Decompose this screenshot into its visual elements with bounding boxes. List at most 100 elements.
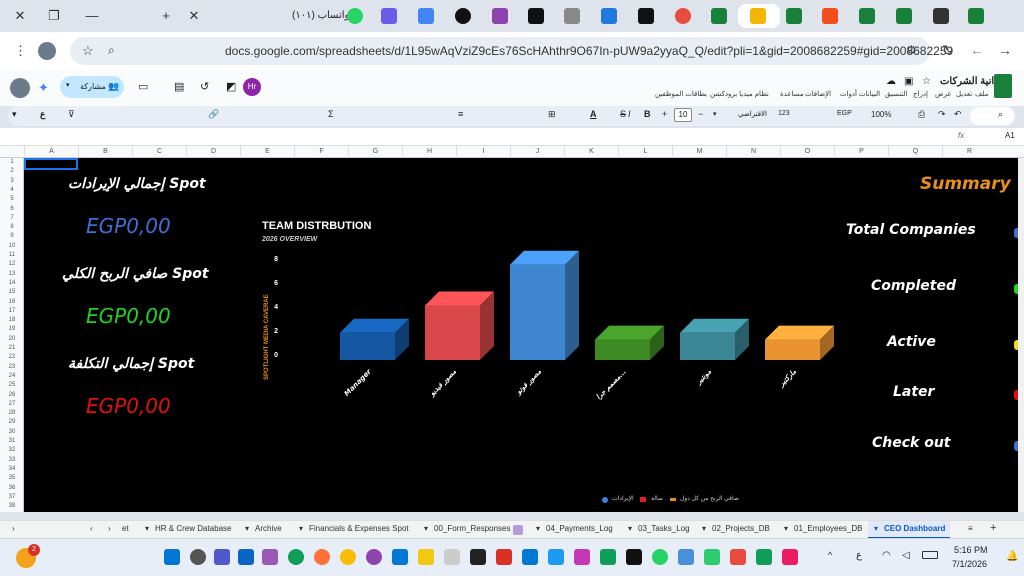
column-header[interactable]: M bbox=[672, 146, 726, 158]
row-header[interactable]: 5 bbox=[0, 195, 24, 204]
app-icon-8[interactable] bbox=[574, 549, 590, 565]
sheets-tab-icon[interactable] bbox=[711, 8, 727, 24]
borders-icon[interactable]: ⊞ bbox=[548, 109, 556, 120]
history-icon[interactable]: ↺ bbox=[200, 80, 209, 93]
row-header[interactable]: 16 bbox=[0, 298, 24, 307]
sheet-tab-chevron-icon[interactable]: ▾ bbox=[784, 524, 788, 533]
sheet-tab-projects[interactable]: 02_Projects_DB bbox=[712, 524, 770, 533]
sheet-tab-et[interactable]: et bbox=[122, 524, 129, 533]
column-header[interactable]: I bbox=[456, 146, 510, 158]
menu-extensions[interactable]: الإضافات bbox=[805, 90, 831, 98]
minimize-window-icon[interactable]: — bbox=[84, 8, 100, 24]
app-icon-10[interactable] bbox=[678, 549, 694, 565]
menu-format[interactable]: التنسيق bbox=[885, 90, 908, 98]
italic-icon[interactable]: I bbox=[628, 109, 631, 119]
column-header[interactable]: N bbox=[726, 146, 780, 158]
blue-tab-icon[interactable] bbox=[601, 8, 617, 24]
row-header[interactable]: 21 bbox=[0, 344, 24, 353]
start-icon[interactable] bbox=[164, 549, 180, 565]
column-header[interactable]: J bbox=[510, 146, 564, 158]
row-header[interactable]: 11 bbox=[0, 251, 24, 260]
menu-search-box[interactable]: ⌕ bbox=[970, 107, 1014, 125]
share-button[interactable]: ▾ مشاركة 👥 bbox=[60, 76, 124, 98]
row-header[interactable]: 32 bbox=[0, 446, 24, 455]
sheet-tab-chevron-icon[interactable]: ▾ bbox=[424, 524, 428, 533]
language-indicator[interactable]: ع bbox=[856, 550, 862, 561]
app-icon-9[interactable] bbox=[600, 549, 616, 565]
dark-tab-icon[interactable] bbox=[933, 8, 949, 24]
whatsapp-taskbar-icon[interactable] bbox=[652, 549, 668, 565]
sheets-logo-icon[interactable] bbox=[994, 74, 1012, 98]
tabs-prev-icon[interactable]: ‹ bbox=[90, 524, 93, 533]
font-size-decrease-icon[interactable]: − bbox=[698, 109, 703, 119]
purple-tab-icon[interactable] bbox=[492, 8, 508, 24]
column-header[interactable]: F bbox=[294, 146, 348, 158]
volume-icon[interactable]: ◁ bbox=[902, 550, 910, 561]
chrome-icon[interactable] bbox=[340, 549, 356, 565]
menu-insert[interactable]: إدراج bbox=[913, 90, 928, 98]
sheets-tab-icon-2[interactable] bbox=[786, 8, 802, 24]
menu-media-system[interactable]: نظام ميديا برودكشن bbox=[710, 90, 769, 98]
menu-data[interactable]: البيانات bbox=[859, 90, 880, 98]
search-taskbar-icon[interactable] bbox=[190, 549, 206, 565]
column-header[interactable]: H bbox=[402, 146, 456, 158]
column-header[interactable]: K bbox=[564, 146, 618, 158]
row-header[interactable]: 31 bbox=[0, 437, 24, 446]
sheet-tab-employees[interactable]: 01_Employees_DB bbox=[794, 524, 862, 533]
row-header[interactable]: 8 bbox=[0, 223, 24, 232]
outlook-icon[interactable] bbox=[522, 549, 538, 565]
teams-icon[interactable] bbox=[214, 549, 230, 565]
input-tools-icon[interactable]: ع bbox=[40, 109, 45, 120]
bookmark-star-icon[interactable]: ☆ bbox=[82, 43, 94, 59]
all-sheets-icon[interactable]: ≡ bbox=[968, 524, 973, 533]
sheet-tab-form-responses[interactable]: 00_Form_Responses bbox=[434, 524, 510, 533]
row-header[interactable]: 36 bbox=[0, 484, 24, 493]
row-header[interactable]: 33 bbox=[0, 456, 24, 465]
zoom-select[interactable]: 100% bbox=[871, 110, 891, 119]
row-header[interactable]: 27 bbox=[0, 400, 24, 409]
app-icon-13[interactable] bbox=[756, 549, 772, 565]
row-header[interactable]: 7 bbox=[0, 214, 24, 223]
row-header[interactable]: 10 bbox=[0, 242, 24, 251]
selected-cell-a1[interactable] bbox=[24, 158, 78, 170]
account-avatar[interactable] bbox=[10, 78, 30, 98]
sheet-tab-chevron-icon[interactable]: ▾ bbox=[299, 524, 303, 533]
link-icon[interactable]: 🔗 bbox=[208, 109, 219, 120]
row-header[interactable]: 6 bbox=[0, 205, 24, 214]
triangle-tab-icon[interactable] bbox=[455, 8, 471, 24]
sheets-tab-icon-3[interactable] bbox=[859, 8, 875, 24]
close-tab-icon[interactable]: ✕ bbox=[186, 8, 202, 24]
docs-tab-icon[interactable] bbox=[418, 8, 434, 24]
linkedin-icon[interactable] bbox=[238, 549, 254, 565]
row-header[interactable]: 28 bbox=[0, 409, 24, 418]
restore-window-icon[interactable]: ❐ bbox=[46, 8, 62, 24]
user-avatar[interactable]: Hr bbox=[243, 78, 261, 96]
app-icon-14[interactable] bbox=[782, 549, 798, 565]
b-tab-icon[interactable] bbox=[638, 8, 654, 24]
menu-file[interactable]: ملف bbox=[975, 90, 988, 98]
gray-tab-icon[interactable] bbox=[564, 8, 580, 24]
gemini-icon[interactable]: ✦ bbox=[38, 80, 49, 96]
app-icon-5[interactable] bbox=[470, 549, 486, 565]
row-header[interactable]: 15 bbox=[0, 288, 24, 297]
align-icon[interactable]: ≡ bbox=[458, 109, 463, 119]
app-icon-6[interactable] bbox=[496, 549, 512, 565]
font-size-input[interactable]: 10 bbox=[674, 108, 692, 122]
redo-icon[interactable]: ↷ bbox=[938, 109, 946, 120]
star-tab-icon[interactable] bbox=[675, 8, 691, 24]
menu-view[interactable]: عرض bbox=[935, 90, 952, 98]
column-header[interactable]: E bbox=[240, 146, 294, 158]
reload-icon[interactable]: ↻ bbox=[942, 42, 954, 59]
meet-icon[interactable]: ▭ bbox=[138, 80, 148, 93]
tab-whatsapp-label[interactable]: واتساب (١٠١) bbox=[292, 10, 349, 21]
edge-icon[interactable] bbox=[288, 549, 304, 565]
currency-format[interactable]: EGP bbox=[837, 110, 852, 117]
firefox-icon[interactable] bbox=[314, 549, 330, 565]
row-header[interactable]: 22 bbox=[0, 353, 24, 362]
row-header[interactable]: 14 bbox=[0, 279, 24, 288]
row-header[interactable]: 12 bbox=[0, 260, 24, 269]
row-header[interactable]: 35 bbox=[0, 474, 24, 483]
vercel-tab-icon[interactable] bbox=[528, 8, 544, 24]
row-header[interactable]: 17 bbox=[0, 307, 24, 316]
column-header[interactable]: D bbox=[186, 146, 240, 158]
